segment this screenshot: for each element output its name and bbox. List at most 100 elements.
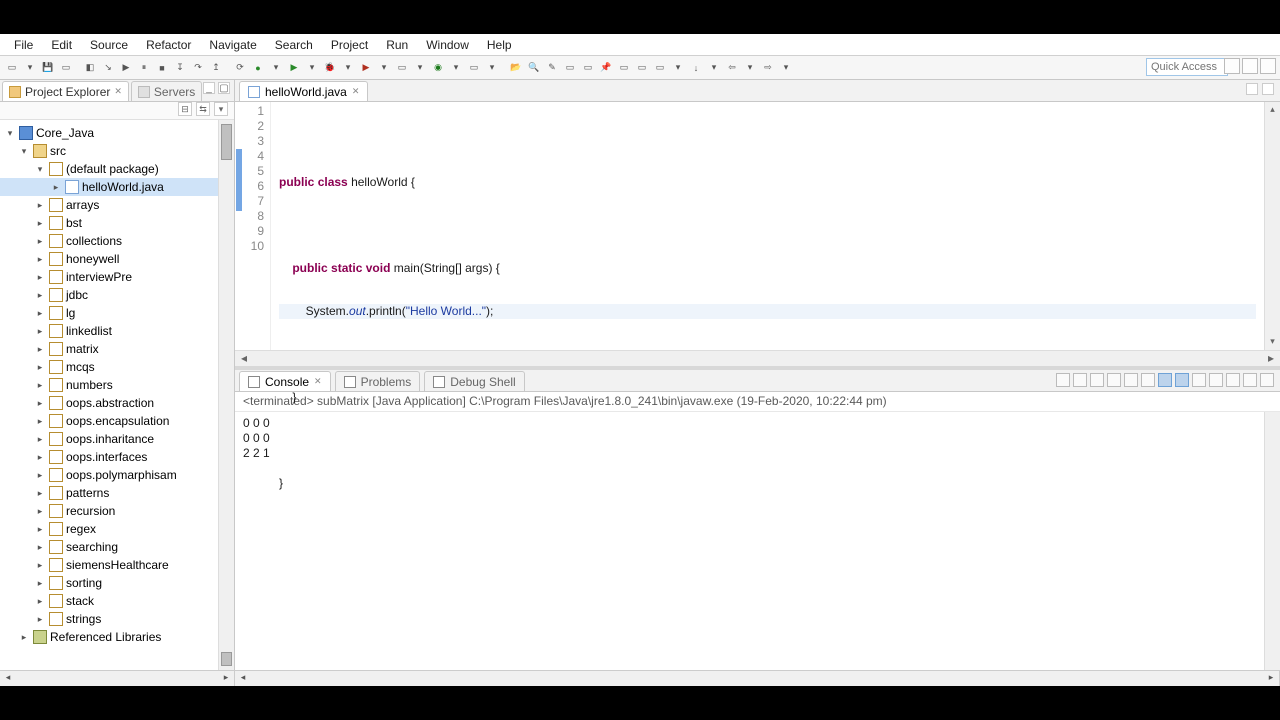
code-line[interactable] [279, 347, 1256, 362]
clear-console-button[interactable] [1107, 373, 1121, 387]
tree-default-package[interactable]: ▾ (default package) [0, 160, 234, 178]
tree-package-matrix[interactable]: ▸matrix [0, 340, 234, 358]
scroll-left-icon[interactable]: ◂ [237, 672, 249, 684]
display-selected-console-button[interactable] [1209, 373, 1223, 387]
expand-icon[interactable]: ▸ [18, 632, 30, 643]
tree-package-linkedlist[interactable]: ▸linkedlist [0, 322, 234, 340]
code-line[interactable] [279, 218, 1256, 233]
back-dropdown-icon[interactable]: ▾ [742, 60, 758, 76]
expand-icon[interactable]: ▸ [34, 578, 46, 589]
console-output[interactable]: 0 0 0 0 0 0 2 2 1 [235, 412, 1280, 670]
show-on-error-button[interactable] [1175, 373, 1189, 387]
expand-icon[interactable]: ▸ [34, 506, 46, 517]
scroll-thumb[interactable] [221, 652, 232, 666]
expand-icon[interactable]: ▸ [34, 524, 46, 535]
tree-package-mcqs[interactable]: ▸mcqs [0, 358, 234, 376]
scroll-down-icon[interactable]: ▾ [1267, 336, 1278, 348]
scroll-left-icon[interactable]: ◂ [241, 351, 247, 366]
menu-source[interactable]: Source [82, 36, 136, 54]
new-package-dropdown-icon[interactable]: ▾ [484, 60, 500, 76]
new-dropdown-icon[interactable]: ▾ [22, 60, 38, 76]
tree-package-jdbc[interactable]: ▸jdbc [0, 286, 234, 304]
new-button[interactable]: ▭ [4, 60, 20, 76]
tree-package-siemensHealthcare[interactable]: ▸siemensHealthcare [0, 556, 234, 574]
scroll-left-icon[interactable]: ◂ [2, 672, 14, 684]
scroll-thumb[interactable] [221, 124, 232, 160]
forward-dropdown-icon[interactable]: ▾ [778, 60, 794, 76]
scroll-right-icon[interactable]: ▸ [220, 672, 232, 684]
expand-icon[interactable]: ▸ [34, 236, 46, 247]
pin-console-button[interactable] [1192, 373, 1206, 387]
tree-package-patterns[interactable]: ▸patterns [0, 484, 234, 502]
expand-icon[interactable]: ▸ [34, 344, 46, 355]
annotate-button[interactable]: ✎ [544, 60, 560, 76]
code-line[interactable]: public static void main(String[] args) { [279, 261, 1256, 276]
tree-package-oops-abstraction[interactable]: ▸oops.abstraction [0, 394, 234, 412]
expand-icon[interactable]: ▸ [34, 470, 46, 481]
debug-dropdown-icon[interactable]: ▾ [340, 60, 356, 76]
expand-icon[interactable]: ▸ [34, 560, 46, 571]
tree-referenced-libraries[interactable]: ▸ Referenced Libraries [0, 628, 234, 646]
tree-project[interactable]: ▾ Core_Java [0, 124, 234, 142]
tree-package-oops-polymarphisam[interactable]: ▸oops.polymarphisam [0, 466, 234, 484]
tree-package-honeywell[interactable]: ▸honeywell [0, 250, 234, 268]
close-icon[interactable]: ✕ [314, 376, 322, 387]
expand-icon[interactable]: ▸ [34, 416, 46, 427]
step-into-button[interactable]: ↧ [172, 60, 188, 76]
tree-package-strings[interactable]: ▸strings [0, 610, 234, 628]
tab-console[interactable]: Console ✕ [239, 371, 331, 391]
expand-icon[interactable]: ▸ [34, 290, 46, 301]
link-button[interactable]: ▭ [616, 60, 632, 76]
task-button[interactable]: ▭ [562, 60, 578, 76]
new-package-button[interactable]: ▭ [466, 60, 482, 76]
maximize-icon[interactable]: ▢ [218, 82, 230, 94]
code-line[interactable]: public class helloWorld { [279, 175, 1256, 190]
menu-search[interactable]: Search [267, 36, 321, 54]
maximize-icon[interactable] [1262, 83, 1274, 95]
tree-package-regex[interactable]: ▸regex [0, 520, 234, 538]
tree-package-oops-inharitance[interactable]: ▸oops.inharitance [0, 430, 234, 448]
tree-package-sorting[interactable]: ▸sorting [0, 574, 234, 592]
expand-icon[interactable]: ▸ [34, 200, 46, 211]
expand-icon[interactable]: ▾ [18, 146, 30, 157]
tree-package-oops-encapsulation[interactable]: ▸oops.encapsulation [0, 412, 234, 430]
expand-icon[interactable]: ▾ [4, 128, 16, 139]
minimize-icon[interactable] [1243, 373, 1257, 387]
menu-edit[interactable]: Edit [43, 36, 80, 54]
expand-icon[interactable]: ▸ [34, 488, 46, 499]
close-icon[interactable]: ✕ [114, 86, 122, 97]
expand-icon[interactable]: ▸ [34, 596, 46, 607]
open-type-button[interactable]: 📂 [508, 60, 524, 76]
tab-problems[interactable]: Problems [335, 371, 421, 391]
tree-package-bst[interactable]: ▸bst [0, 214, 234, 232]
run-button[interactable]: ▶ [286, 60, 302, 76]
debug-button[interactable]: 🐞 [322, 60, 338, 76]
step-over-button[interactable]: ↷ [190, 60, 206, 76]
minimize-icon[interactable] [1246, 83, 1258, 95]
expand-icon[interactable]: ▸ [34, 614, 46, 625]
menu-file[interactable]: File [6, 36, 41, 54]
menu-refactor[interactable]: Refactor [138, 36, 199, 54]
coverage-dropdown-icon[interactable]: ▾ [268, 60, 284, 76]
expand-icon[interactable]: ▾ [34, 164, 46, 175]
scroll-up-icon[interactable]: ▴ [1267, 104, 1278, 116]
remove-launch-button[interactable] [1073, 373, 1087, 387]
search-button[interactable]: 🔍 [526, 60, 542, 76]
resume-button[interactable]: ▶ [118, 60, 134, 76]
scroll-right-icon[interactable]: ▸ [1268, 351, 1274, 366]
expand-icon[interactable]: ▸ [34, 308, 46, 319]
show-on-output-button[interactable] [1158, 373, 1172, 387]
new-server-dropdown-icon[interactable]: ▾ [412, 60, 428, 76]
expand-icon[interactable]: ▸ [34, 434, 46, 445]
expand-icon[interactable]: ▸ [50, 182, 62, 193]
next-dropdown-icon[interactable]: ▾ [706, 60, 722, 76]
code-line[interactable] [279, 132, 1256, 147]
back-button[interactable]: ⇦ [724, 60, 740, 76]
columns-button[interactable]: ▭ [652, 60, 668, 76]
build-button[interactable]: ⟳ [232, 60, 248, 76]
tab-debug-shell[interactable]: Debug Shell [424, 371, 524, 391]
expand-icon[interactable]: ▸ [34, 452, 46, 463]
open-console-button[interactable] [1226, 373, 1240, 387]
debug-perspective-button[interactable] [1260, 58, 1276, 74]
skip-breakpoints-button[interactable]: ↘ [100, 60, 116, 76]
